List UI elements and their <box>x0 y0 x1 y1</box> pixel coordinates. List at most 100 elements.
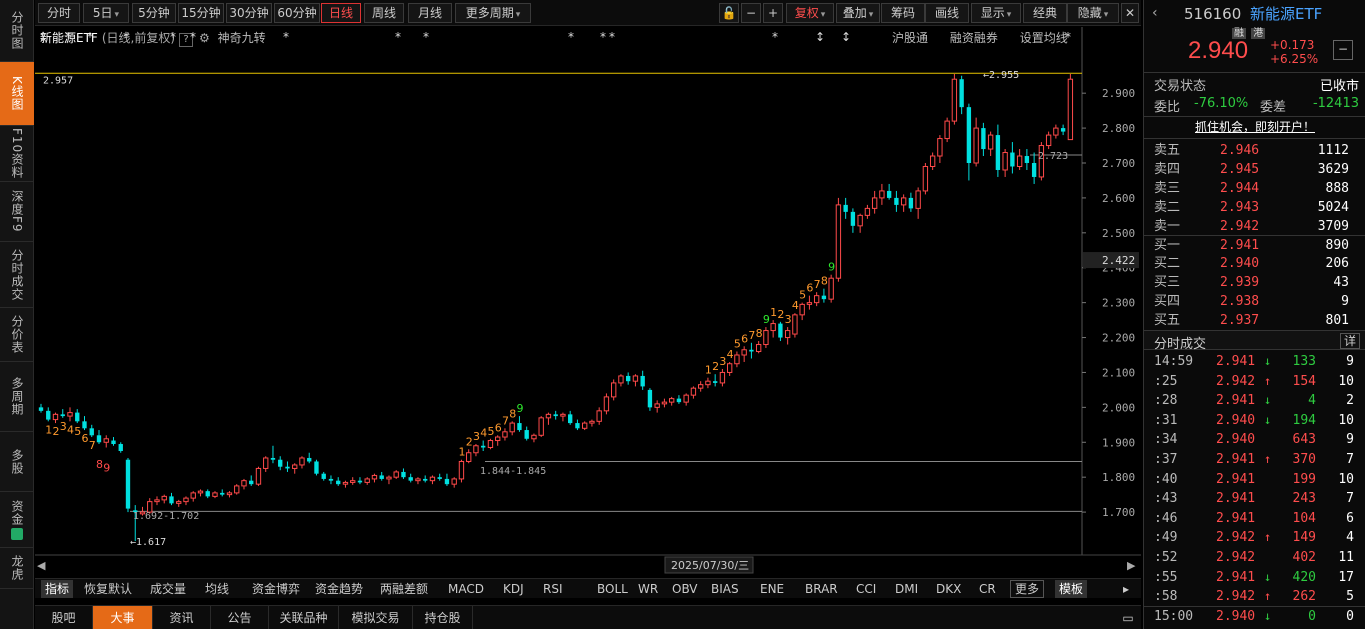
left-nav-item-3[interactable]: 深度F9 <box>0 182 34 242</box>
bottom-tab-5[interactable]: 模拟交易 <box>339 606 413 629</box>
period-tab-5[interactable]: 60分钟 <box>274 3 320 23</box>
indicator-tab-17[interactable]: DMI <box>895 580 918 598</box>
indicator-tab-5[interactable]: 资金趋势 <box>315 580 363 598</box>
trade-vol: 0 <box>1308 608 1316 624</box>
left-nav-item-0[interactable]: 分时图 <box>0 0 34 62</box>
bottom-tab-2[interactable]: 资讯 <box>153 606 211 629</box>
orderbook-row[interactable]: 卖五 2.946 1112 <box>1154 141 1359 160</box>
indicator-tab-18[interactable]: DKX <box>936 580 961 598</box>
trade-time: :58 <box>1154 589 1178 605</box>
left-nav-item-9[interactable]: 龙虎 <box>0 548 34 589</box>
indicator-tab-19[interactable]: CR <box>979 580 996 598</box>
indicator-tab-10[interactable]: BOLL <box>597 580 628 598</box>
indicator-tab-15[interactable]: BRAR <box>805 580 838 598</box>
candle-body <box>307 457 312 462</box>
trade-vol: 4 <box>1308 393 1316 409</box>
orderbook-row[interactable]: 买四 2.938 9 <box>1154 292 1359 311</box>
candle-body <box>690 387 697 396</box>
tool-button-1[interactable]: 叠加 <box>836 3 880 23</box>
period-tab-0[interactable]: 分时 <box>38 3 80 23</box>
indicator-tab-11[interactable]: WR <box>638 580 658 598</box>
orderbook-row[interactable]: 买五 2.937 801 <box>1154 311 1359 330</box>
bottom-tab-6[interactable]: 持仓股 <box>413 606 473 629</box>
indicator-scroll-right-icon[interactable]: ▸ <box>1123 580 1129 598</box>
left-nav-item-5[interactable]: 分价表 <box>0 308 34 362</box>
orderbook-row[interactable]: 买一 2.941 890 <box>1154 236 1359 255</box>
left-nav-item-1[interactable]: K线图 <box>0 62 34 126</box>
indicator-tab-7[interactable]: MACD <box>448 580 484 598</box>
trade-price: 2.940 <box>1216 432 1256 448</box>
trade-price: 2.941 <box>1216 569 1256 585</box>
candle-body <box>60 414 65 417</box>
remove-watch-button[interactable]: − <box>1333 40 1353 60</box>
indicator-tab-14[interactable]: ENE <box>760 580 784 598</box>
bottom-tab-1[interactable]: 大事 <box>93 606 153 629</box>
trades-detail-button[interactable]: 详 <box>1339 333 1360 349</box>
left-nav-item-2[interactable]: F10资料 <box>0 126 34 182</box>
lock-icon[interactable]: 🔓 <box>719 3 739 23</box>
indicator-tab-12[interactable]: OBV <box>672 580 698 598</box>
indicator-tab-3[interactable]: 均线 <box>205 580 229 598</box>
period-tab-8[interactable]: 月线 <box>408 3 452 23</box>
indicator-tab-2[interactable]: 成交量 <box>150 580 186 598</box>
kline-svg[interactable]: 1.7001.8001.9002.0002.1002.2002.3002.400… <box>35 27 1141 577</box>
left-nav-item-7[interactable]: 多股 <box>0 432 34 492</box>
period-tab-4[interactable]: 30分钟 <box>226 3 272 23</box>
indicator-tab-4[interactable]: 资金博弈 <box>252 580 300 598</box>
tool-button-0[interactable]: 复权 <box>786 3 834 23</box>
indicator-tab-1[interactable]: 恢复默认 <box>84 580 132 598</box>
bottom-tab-4[interactable]: 关联品种 <box>269 606 339 629</box>
expand-icon[interactable]: ▭ <box>1117 606 1139 629</box>
promo-link[interactable]: 抓住机会，即刻开户！ <box>1144 118 1365 135</box>
candle-body <box>929 155 936 167</box>
plus-icon[interactable]: + <box>763 3 783 23</box>
minus-icon[interactable]: − <box>741 3 761 23</box>
orderbook-row[interactable]: 买二 2.940 206 <box>1154 254 1359 273</box>
candle-body <box>987 134 994 150</box>
left-nav-item-4[interactable]: 分时成交 <box>0 242 34 308</box>
left-nav-item-8[interactable]: 资金 <box>0 492 34 548</box>
candle-body <box>270 457 276 460</box>
indicator-tab-0[interactable]: 指标 <box>41 580 74 598</box>
indicator-tab-8[interactable]: KDJ <box>503 580 524 598</box>
bottom-tab-3[interactable]: 公告 <box>211 606 269 629</box>
candle-body <box>560 413 566 417</box>
orderbook-row[interactable]: 卖一 2.942 3709 <box>1154 217 1359 236</box>
trade-price: 2.941 <box>1216 393 1256 409</box>
period-tab-2[interactable]: 5分钟 <box>132 3 176 23</box>
indicator-tab-13[interactable]: BIAS <box>711 580 739 598</box>
orderbook-row[interactable]: 卖三 2.944 888 <box>1154 179 1359 198</box>
collapse-icon[interactable]: ‹ <box>1152 5 1158 21</box>
tool-button-4[interactable]: 显示 <box>971 3 1021 23</box>
nine-turn-count: 3 <box>719 355 726 368</box>
tool-button-2[interactable]: 筹码 <box>881 3 925 23</box>
period-tab-9[interactable]: 更多周期 <box>455 3 531 23</box>
kline-chart[interactable]: 1.700 1.800 1.900 2.000 2.100 2.200 2.300 2.400… <box>35 27 1141 577</box>
period-tab-6[interactable]: 日线 <box>321 3 361 23</box>
indicator-tab-21[interactable]: 模板 <box>1055 580 1088 598</box>
trade-price: 2.941 <box>1216 471 1256 487</box>
candle-body <box>683 394 689 403</box>
tool-button-3[interactable]: 画线 <box>925 3 969 23</box>
orderbook-row[interactable]: 卖四 2.945 3629 <box>1154 160 1359 179</box>
tool-button-6[interactable]: 隐藏 <box>1067 3 1119 23</box>
period-tab-7[interactable]: 周线 <box>364 3 404 23</box>
tool-button-5[interactable]: 经典 <box>1023 3 1067 23</box>
left-nav-item-6[interactable]: 多周期 <box>0 362 34 432</box>
indicator-tab-9[interactable]: RSI <box>543 580 563 598</box>
nine-turn-count: 7 <box>748 329 755 342</box>
orderbook-row[interactable]: 买三 2.939 43 <box>1154 273 1359 292</box>
bottom-tab-0[interactable]: 股吧 <box>35 606 93 629</box>
period-tab-1[interactable]: 5日 <box>83 3 129 23</box>
period-tab-label: 分时 <box>46 6 71 20</box>
orderbook-row[interactable]: 卖二 2.943 5024 <box>1154 198 1359 217</box>
orderbook-label: 卖三 <box>1154 180 1181 196</box>
indicator-tab-6[interactable]: 两融差额 <box>380 580 428 598</box>
close-icon[interactable]: ✕ <box>1121 3 1139 23</box>
event-marker: ↕ <box>815 30 825 44</box>
period-tab-3[interactable]: 15分钟 <box>178 3 224 23</box>
indicator-tab-20[interactable]: 更多 <box>1010 580 1045 598</box>
trade-n: 5 <box>1346 589 1354 605</box>
nine-turn-count: 5 <box>487 425 494 438</box>
indicator-tab-16[interactable]: CCI <box>856 580 876 598</box>
